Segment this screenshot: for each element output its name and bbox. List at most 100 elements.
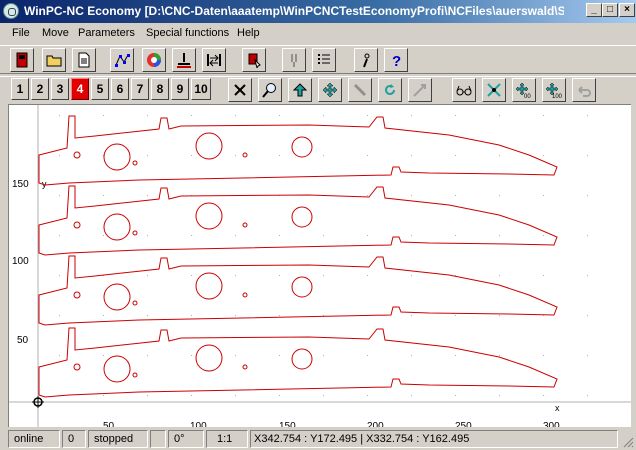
grid-dot bbox=[411, 355, 412, 356]
help-button[interactable]: ? bbox=[384, 48, 408, 72]
tool-change-button[interactable] bbox=[282, 48, 306, 72]
menu-move[interactable]: Move bbox=[42, 27, 69, 39]
grid-dot bbox=[147, 115, 148, 116]
move-100-button[interactable]: 100 bbox=[542, 78, 566, 102]
grid-dot bbox=[587, 235, 588, 236]
grid-dot bbox=[455, 395, 456, 396]
reference-button[interactable] bbox=[202, 48, 226, 72]
path-button[interactable] bbox=[110, 48, 134, 72]
grid-dot bbox=[543, 115, 544, 116]
grid-dot bbox=[455, 235, 456, 236]
view-button-8[interactable]: 8 bbox=[151, 78, 169, 100]
grid-dot bbox=[499, 355, 500, 356]
grid-dot bbox=[499, 195, 500, 196]
status-bar: online 0 stopped 0° 1:1 X342.754 : Y172.… bbox=[0, 428, 636, 450]
grid-dot bbox=[59, 115, 60, 116]
move-button[interactable] bbox=[318, 78, 342, 102]
grid-dot bbox=[367, 195, 368, 196]
grid-dot bbox=[499, 275, 500, 276]
view-button-5[interactable]: 5 bbox=[91, 78, 109, 100]
grid-dot bbox=[411, 195, 412, 196]
menu-file[interactable]: File bbox=[12, 27, 30, 39]
list-button[interactable] bbox=[312, 48, 336, 72]
view-button-2[interactable]: 2 bbox=[31, 78, 49, 100]
close-button[interactable]: × bbox=[619, 3, 635, 17]
grid-dot bbox=[543, 195, 544, 196]
cancel-button[interactable] bbox=[228, 78, 252, 102]
view-button-4[interactable]: 4 bbox=[71, 78, 89, 100]
tool-zero-button[interactable] bbox=[172, 48, 196, 72]
rotate-button[interactable] bbox=[378, 78, 402, 102]
path-nodes-icon bbox=[115, 54, 130, 67]
drawing-canvas[interactable]: 150 100 50 y 50 100 150 200 250 300 x bbox=[8, 104, 631, 427]
resize-grip-icon[interactable] bbox=[622, 436, 634, 448]
zoom-button[interactable] bbox=[258, 78, 282, 102]
status-state: stopped bbox=[88, 430, 148, 448]
menu-parameters[interactable]: Parameters bbox=[78, 27, 135, 39]
grid-dot bbox=[279, 395, 280, 396]
crosshair-button[interactable] bbox=[482, 78, 506, 102]
grid-dot bbox=[323, 355, 324, 356]
title-bar: WinPC-NC Economy [D:\CNC-Daten\aaatemp\W… bbox=[0, 0, 636, 23]
grid-dot bbox=[191, 155, 192, 156]
move-arrows-icon bbox=[322, 82, 338, 98]
menu-special-functions[interactable]: Special functions bbox=[146, 27, 229, 39]
x-tick-label: 100 bbox=[190, 421, 207, 427]
status-connection: online bbox=[8, 430, 60, 448]
open-button[interactable] bbox=[42, 48, 66, 72]
document-button[interactable] bbox=[72, 48, 96, 72]
view-button-10[interactable]: 10 bbox=[191, 78, 211, 100]
glasses-button[interactable] bbox=[452, 78, 476, 102]
view-button-3[interactable]: 3 bbox=[51, 78, 69, 100]
grid-dot bbox=[279, 155, 280, 156]
view-button-6[interactable]: 6 bbox=[111, 78, 129, 100]
settings-button[interactable] bbox=[242, 48, 266, 72]
grid-dot bbox=[191, 315, 192, 316]
view-toolbar: 1 2 3 4 5 6 7 8 9 10 00 100 bbox=[0, 76, 636, 103]
grid-dot bbox=[411, 315, 412, 316]
grid-dot bbox=[59, 155, 60, 156]
minimize-button[interactable]: _ bbox=[586, 3, 602, 17]
move-100-icon: 100 bbox=[546, 82, 562, 98]
grid-dot bbox=[543, 235, 544, 236]
tool-icon bbox=[353, 83, 367, 97]
grid-dot bbox=[191, 355, 192, 356]
color-button[interactable] bbox=[142, 48, 166, 72]
exit-button[interactable] bbox=[10, 48, 34, 72]
view-button-7[interactable]: 7 bbox=[131, 78, 149, 100]
grid-dot bbox=[499, 235, 500, 236]
color-wheel-icon bbox=[147, 53, 161, 67]
grid-dot bbox=[323, 395, 324, 396]
menu-help[interactable]: Help bbox=[237, 27, 260, 39]
svg-text:100: 100 bbox=[552, 94, 562, 98]
origin-marker-icon bbox=[32, 396, 44, 408]
svg-text:?: ? bbox=[392, 53, 401, 68]
crosshair-icon bbox=[487, 83, 501, 97]
arrow-up-button[interactable] bbox=[288, 78, 312, 102]
grid-dot bbox=[543, 395, 544, 396]
rotate-icon bbox=[385, 84, 395, 95]
undo-button[interactable] bbox=[572, 78, 596, 102]
x-tick-label: 50 bbox=[103, 421, 115, 427]
info-button[interactable] bbox=[354, 48, 378, 72]
grid-dot bbox=[411, 395, 412, 396]
grid-dot bbox=[323, 115, 324, 116]
grid-dot bbox=[587, 275, 588, 276]
view-button-1[interactable]: 1 bbox=[11, 78, 29, 100]
cancel-icon bbox=[234, 84, 246, 96]
grid-dot bbox=[103, 235, 104, 236]
grid-dot bbox=[191, 235, 192, 236]
view-button-9[interactable]: 9 bbox=[171, 78, 189, 100]
grid-dot bbox=[103, 195, 104, 196]
axis-button[interactable] bbox=[408, 78, 432, 102]
x-tick-label: 150 bbox=[279, 421, 296, 427]
tool-button[interactable] bbox=[348, 78, 372, 102]
y-tick-label: 100 bbox=[12, 256, 29, 267]
maximize-button[interactable]: □ bbox=[602, 3, 618, 17]
move-00-button[interactable]: 00 bbox=[512, 78, 536, 102]
rib-part bbox=[38, 327, 558, 398]
grid-dot bbox=[367, 275, 368, 276]
grid-dot bbox=[455, 155, 456, 156]
grid-dot bbox=[147, 315, 148, 316]
help-icon: ? bbox=[392, 53, 401, 68]
